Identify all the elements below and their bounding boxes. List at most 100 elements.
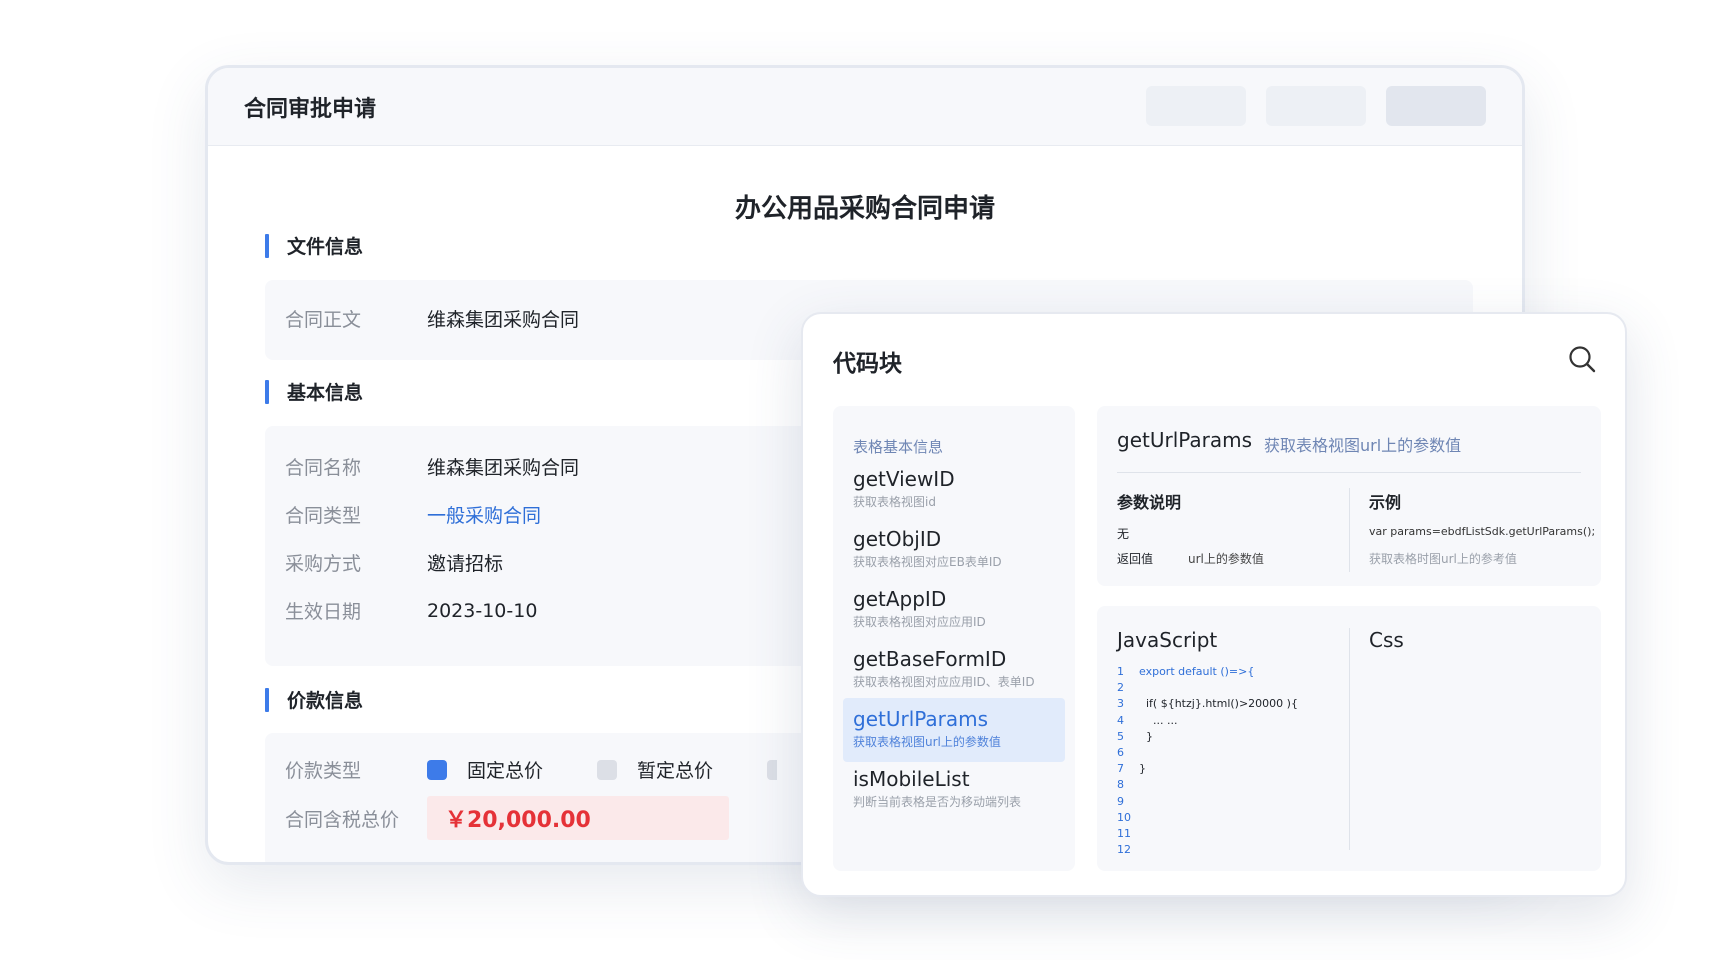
divider [1349, 628, 1350, 850]
list-item-name: getBaseFormID [853, 647, 1007, 671]
section-accent-bar [265, 379, 269, 404]
contract-name-row: 合同名称 维森集团采购合同 [285, 453, 579, 480]
contract-type-row: 合同类型 一般采购合同 [285, 501, 541, 528]
section-accent-bar [265, 687, 269, 712]
field-label: 合同类型 [285, 505, 362, 527]
list-item-desc: 获取表格视图对应EB表单ID [853, 555, 1002, 569]
return-label: 返回值 [1117, 552, 1154, 566]
field-label: 合同名称 [285, 457, 362, 479]
code-line: 7} [1117, 761, 1298, 777]
contract-text-row: 合同正文 维森集团采购合同 [285, 305, 579, 332]
code-line: 2 [1117, 680, 1298, 696]
divider [1349, 488, 1350, 572]
effective-date-value: 2023-10-10 [427, 599, 538, 622]
section-heading-price-info: 价款信息 [265, 686, 363, 713]
section-accent-bar [265, 233, 269, 258]
list-item-getappid[interactable]: getAppID 获取表格视图对应应用ID [843, 578, 1065, 642]
option-partial-hidden[interactable] [767, 759, 778, 780]
code-line: 9 [1117, 794, 1298, 810]
section-heading-text: 基本信息 [287, 382, 364, 404]
code-line: 5 } [1117, 729, 1298, 745]
list-item-geturlparams[interactable]: getUrlParams 获取表格视图url上的参数值 [843, 698, 1065, 762]
line-number: 4 [1117, 713, 1124, 727]
code-editor-card: JavaScript Css 1 export default ()=>{ 2 3… [1097, 606, 1601, 871]
list-item-desc: 判断当前表格是否为移动端列表 [853, 795, 1022, 809]
line-code: if( ${htzj}.html()>20000 ){ [1139, 697, 1298, 711]
header-action-button-3[interactable] [1386, 86, 1486, 126]
list-item-getbaseformid[interactable]: getBaseFormID 获取表格视图对应应用ID、表单ID [843, 638, 1065, 702]
purchase-method-row: 采购方式 邀请招标 [285, 549, 503, 576]
code-line: 12 [1117, 842, 1298, 858]
line-number: 12 [1117, 843, 1131, 857]
line-number: 10 [1117, 810, 1131, 824]
section-heading-file-info: 文件信息 [265, 232, 363, 259]
param-value: 无 [1117, 527, 1130, 541]
line-number: 6 [1117, 745, 1124, 759]
line-number: 1 [1117, 665, 1124, 678]
field-label: 采购方式 [285, 553, 362, 575]
line-number: 8 [1117, 778, 1124, 792]
code-line: 6 [1117, 745, 1298, 761]
contract-text-value: 维森集团采购合同 [427, 309, 580, 331]
function-description: 获取表格视图url上的参数值 [1264, 436, 1462, 455]
list-item-name: getUrlParams [853, 707, 989, 731]
code-line: 1 export default ()=>{ [1117, 664, 1298, 680]
field-label: 合同正文 [285, 309, 362, 331]
window-header: 合同审批申请 [208, 68, 1522, 146]
list-item-name: getObjID [853, 527, 942, 551]
list-item-getviewid[interactable]: getViewID 获取表格视图id [843, 458, 1065, 522]
code-line: 11 [1117, 826, 1298, 842]
code-line: 10 [1117, 810, 1298, 826]
line-number: 3 [1117, 697, 1124, 711]
list-item-name: getAppID [853, 587, 947, 611]
option-label: 固定总价 [467, 760, 544, 782]
checkbox-checked[interactable] [427, 759, 447, 780]
code-line: 3 if( ${htzj}.html()>20000 ){ [1117, 696, 1298, 712]
list-item-getobjid[interactable]: getObjID 获取表格视图对应EB表单ID [843, 518, 1065, 582]
javascript-tab-label[interactable]: JavaScript [1117, 628, 1217, 652]
list-item-desc: 获取表格视图对应应用ID、表单ID [853, 675, 1035, 689]
checkbox-unchecked[interactable] [767, 759, 778, 780]
option-provisional-price[interactable]: 暂定总价 [597, 756, 713, 783]
return-value: url上的参数值 [1188, 552, 1264, 566]
function-list: 表格基本信息 getViewID 获取表格视图id getObjID 获取表格视… [833, 406, 1075, 871]
option-fixed-price[interactable]: 固定总价 [427, 756, 543, 783]
field-label: 生效日期 [285, 601, 362, 623]
example-code: var params=ebdfListSdk.getUrlParams(); [1369, 525, 1596, 538]
function-detail-card: getUrlParams 获取表格视图url上的参数值 参数说明 示例 无 返回… [1097, 406, 1601, 586]
list-category-label: 表格基本信息 [853, 438, 944, 456]
header-action-button-2[interactable] [1266, 86, 1366, 126]
header-actions [1146, 86, 1486, 126]
section-heading-basic-info: 基本信息 [265, 378, 363, 405]
price-type-options: 固定总价 暂定总价 [427, 756, 831, 783]
effective-date-row: 生效日期 2023-10-10 [285, 597, 537, 624]
line-number: 5 [1117, 729, 1124, 743]
css-tab-label[interactable]: Css [1369, 628, 1404, 652]
javascript-code-editor[interactable]: 1 export default ()=>{ 2 3 if( ${htzj}.ht… [1117, 664, 1298, 858]
line-code: ... ... [1139, 713, 1178, 727]
option-label: 暂定总价 [637, 760, 714, 782]
list-item-desc: 获取表格视图url上的参数值 [853, 735, 1001, 749]
header-action-button-1[interactable] [1146, 86, 1246, 126]
example-note: 获取表格时图url上的参考值 [1369, 552, 1517, 566]
list-item-ismobilelist[interactable]: isMobileList 判断当前表格是否为移动端列表 [843, 758, 1065, 822]
code-block-window: 代码块 表格基本信息 getViewID 获取表格视图id getObjID 获… [801, 312, 1627, 897]
function-name: getUrlParams [1117, 428, 1253, 452]
search-icon[interactable] [1567, 344, 1597, 374]
example-heading: 示例 [1369, 493, 1402, 512]
contract-type-link[interactable]: 一般采购合同 [427, 501, 541, 528]
line-number: 11 [1117, 826, 1131, 840]
checkbox-unchecked[interactable] [597, 759, 618, 780]
line-code: export default ()=>{ [1139, 665, 1255, 678]
code-line: 4 ... ... [1117, 713, 1298, 729]
total-price-value: ￥20,000.00 [427, 796, 729, 840]
line-number: 9 [1117, 794, 1124, 808]
code-block-title: 代码块 [833, 351, 902, 377]
divider [1117, 472, 1581, 473]
line-number: 7 [1117, 762, 1124, 776]
total-price-row: 合同含税总价 ￥20,000.00 [285, 796, 729, 840]
list-item-name: isMobileList [853, 767, 970, 791]
param-heading: 参数说明 [1117, 493, 1182, 512]
section-heading-text: 价款信息 [287, 690, 364, 712]
field-label: 价款类型 [285, 760, 362, 782]
